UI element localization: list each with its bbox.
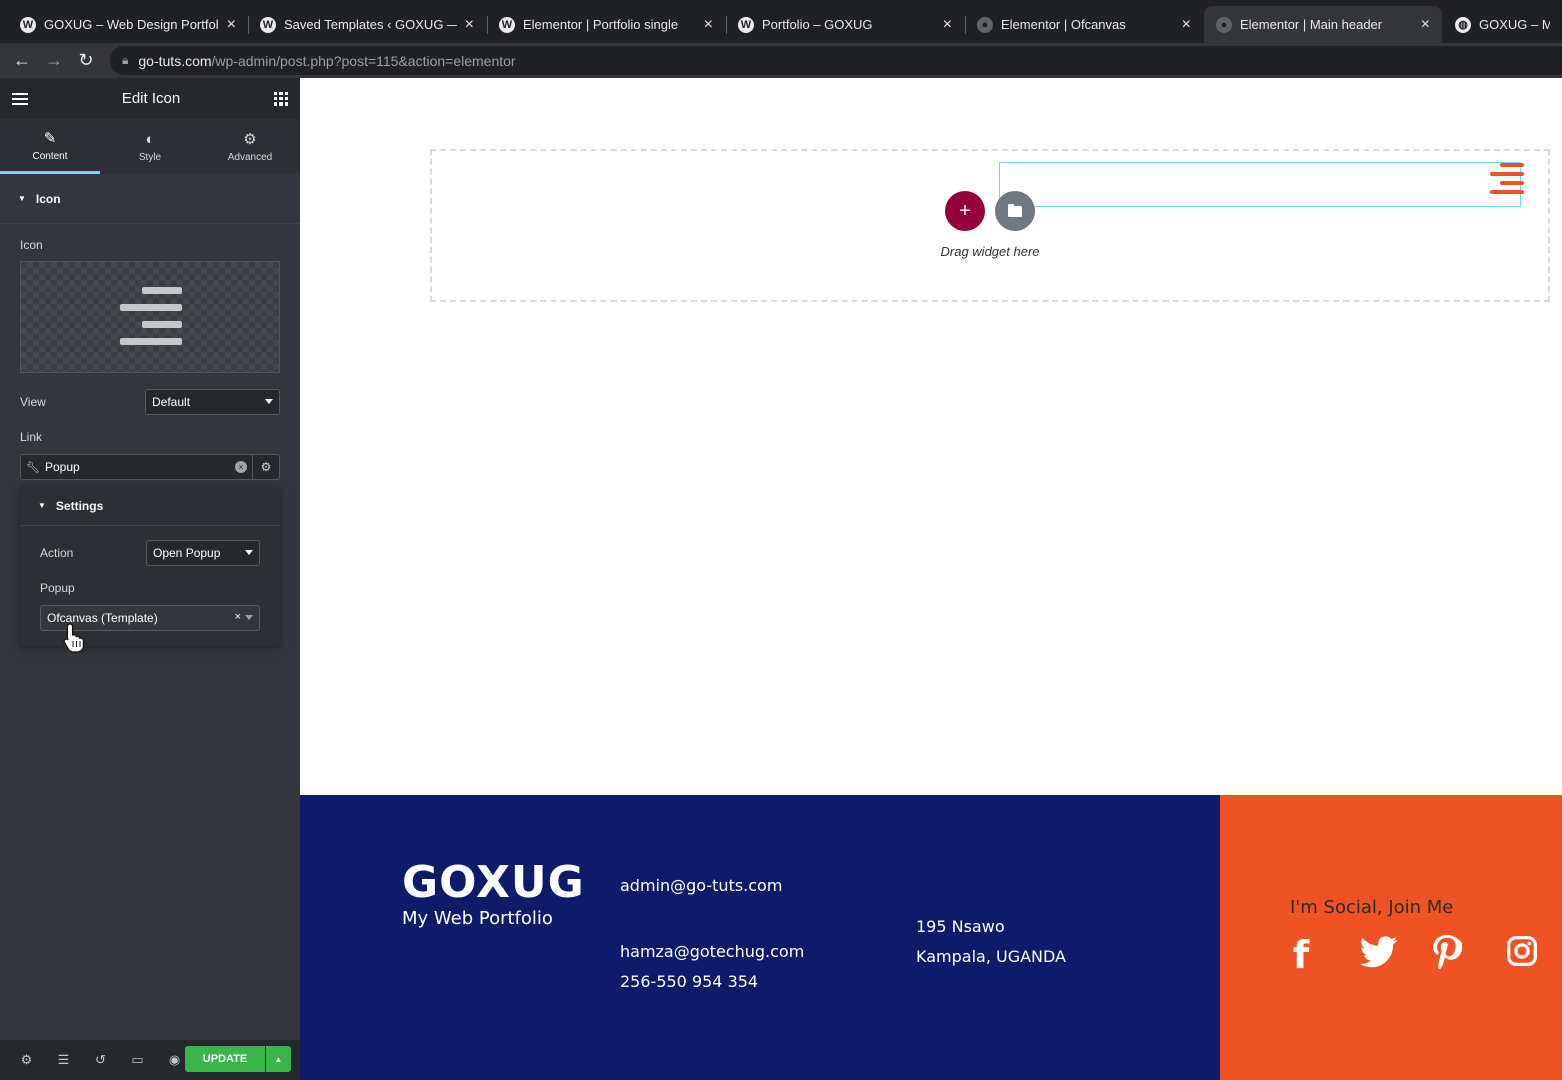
- panel-footer: ⚙ ☰ ↺ ▭ ◉ UPDATE ▲: [0, 1040, 300, 1080]
- link-label: Link: [20, 430, 43, 444]
- wordpress-icon: W: [738, 16, 754, 33]
- chevron-down-icon: [265, 399, 273, 404]
- browser-tab[interactable]: ◍ GOXUG – My W: [1443, 6, 1562, 43]
- wordpress-icon: W: [260, 16, 276, 33]
- tab-style[interactable]: ◐ Style: [100, 119, 200, 174]
- contrast-icon: ◐: [145, 130, 155, 148]
- folder-icon: [1008, 203, 1022, 217]
- site-footer-social: I'm Social, Join Me f: [1220, 795, 1562, 1080]
- action-label: Action: [40, 546, 74, 560]
- editor-canvas: + Drag widget here GOXUG My Web Portfoli…: [300, 78, 1562, 1080]
- elementor-panel: Edit Icon ✎ Content ◐ Style ⚙ Advanced ▼…: [0, 78, 300, 1080]
- forward-icon[interactable]: →: [38, 45, 70, 77]
- pencil-icon: ✎: [43, 129, 57, 147]
- footer-brand: GOXUG: [402, 857, 585, 908]
- browser-tab[interactable]: W GOXUG – Web Design Portfolio ×: [8, 6, 248, 43]
- site-footer-contact: GOXUG My Web Portfolio admin@go-tuts.com…: [300, 795, 1220, 1080]
- add-section-button[interactable]: +: [945, 191, 985, 231]
- globe-icon: ●: [1216, 16, 1232, 33]
- url-field[interactable]: 🔒︎ go-tuts.com/wp-admin/post.php?post=11…: [110, 46, 1562, 75]
- section-icon-header[interactable]: ▼ Icon: [0, 174, 300, 224]
- instagram-icon[interactable]: [1506, 935, 1538, 967]
- reload-icon[interactable]: ↻: [70, 45, 102, 77]
- address-bar: ← → ↻ 🔒︎ go-tuts.com/wp-admin/post.php?p…: [0, 43, 1562, 78]
- panel-title: Edit Icon: [121, 90, 181, 107]
- selected-widget-outline[interactable]: [999, 162, 1521, 207]
- widgets-grid-icon[interactable]: [274, 91, 288, 106]
- update-button[interactable]: UPDATE: [185, 1046, 265, 1072]
- chevron-down-icon: [245, 615, 253, 620]
- clear-icon[interactable]: ×: [235, 461, 247, 473]
- browser-tab[interactable]: W Portfolio – GOXUG ×: [726, 6, 964, 43]
- icon-bar: [142, 321, 182, 328]
- close-icon[interactable]: ×: [465, 16, 474, 34]
- browser-tab[interactable]: W Elementor | Portfolio single ×: [487, 6, 725, 43]
- address-line: 195 Nsawo: [916, 917, 1005, 936]
- browser-tab[interactable]: ● Elementor | Ofcanvas ×: [965, 6, 1203, 43]
- drag-widget-hint: Drag widget here: [940, 244, 1040, 259]
- globe-icon: ◍: [1455, 16, 1471, 33]
- icon-bar: [120, 304, 182, 311]
- hand-cursor-icon: [63, 623, 85, 653]
- tab-advanced[interactable]: ⚙ Advanced: [200, 119, 300, 174]
- contact-email[interactable]: hamza@gotechug.com: [620, 942, 804, 961]
- facebook-icon[interactable]: f: [1288, 933, 1314, 977]
- navigator-icon[interactable]: ☰: [45, 1052, 82, 1068]
- close-icon[interactable]: ×: [227, 16, 236, 34]
- tab-content[interactable]: ✎ Content: [0, 119, 100, 174]
- action-select[interactable]: Open Popup: [146, 540, 260, 566]
- link-field[interactable]: 🔧︎ Popup × ⚙: [20, 454, 280, 480]
- panel-tabs: ✎ Content ◐ Style ⚙ Advanced: [0, 119, 300, 174]
- icon-control-label: Icon: [20, 238, 43, 252]
- add-template-button[interactable]: [995, 191, 1035, 231]
- icon-bar: [142, 287, 182, 294]
- twitter-icon[interactable]: [1360, 935, 1398, 969]
- contact-phone: 256-550 954 354: [620, 972, 759, 991]
- icon-bar: [120, 338, 182, 345]
- caret-down-icon: ▼: [18, 194, 26, 203]
- browser-tab[interactable]: W Saved Templates ‹ GOXUG — V ×: [248, 6, 486, 43]
- history-icon[interactable]: ↺: [82, 1052, 119, 1068]
- social-title: I'm Social, Join Me: [1290, 897, 1454, 918]
- close-icon[interactable]: ×: [943, 16, 952, 34]
- wordpress-icon: W: [20, 16, 36, 33]
- contact-email[interactable]: admin@go-tuts.com: [620, 876, 782, 895]
- footer-tagline: My Web Portfolio: [402, 908, 553, 929]
- address-line: Kampala, UGANDA: [916, 947, 1066, 966]
- browser-tab-active[interactable]: ● Elementor | Main header ×: [1204, 6, 1442, 43]
- icon-picker[interactable]: [20, 261, 280, 373]
- popup-label: Popup: [40, 581, 75, 595]
- menu-icon[interactable]: [12, 92, 28, 105]
- menu-icon[interactable]: [1490, 162, 1524, 194]
- gear-icon: ⚙: [243, 131, 257, 148]
- browser-tab-bar: W GOXUG – Web Design Portfolio × W Saved…: [0, 0, 1562, 46]
- link-settings-popover: ▼ Settings Action Open Popup Popup Ofcan…: [20, 486, 280, 646]
- back-icon[interactable]: ←: [6, 45, 38, 77]
- link-settings-gear-icon[interactable]: ⚙: [252, 455, 279, 479]
- close-icon[interactable]: ×: [704, 16, 713, 34]
- caret-down-icon: ▼: [38, 501, 46, 510]
- chevron-down-icon: [245, 550, 253, 555]
- pinterest-icon[interactable]: [1432, 935, 1462, 969]
- globe-icon: ●: [977, 16, 993, 33]
- settings-icon[interactable]: ⚙: [8, 1052, 45, 1068]
- save-options-icon[interactable]: ▲: [266, 1046, 291, 1072]
- wrench-icon: 🔧︎: [26, 461, 40, 474]
- view-label: View: [20, 395, 46, 409]
- settings-header[interactable]: ▼ Settings: [20, 486, 280, 526]
- close-icon[interactable]: ×: [1182, 16, 1191, 34]
- responsive-icon[interactable]: ▭: [119, 1052, 156, 1068]
- clear-selection-icon[interactable]: ×: [235, 611, 241, 623]
- panel-header: Edit Icon: [0, 78, 300, 119]
- close-icon[interactable]: ×: [1421, 16, 1430, 34]
- view-select[interactable]: Default: [145, 389, 280, 415]
- lock-icon: 🔒︎: [122, 53, 129, 67]
- wordpress-icon: W: [499, 16, 515, 33]
